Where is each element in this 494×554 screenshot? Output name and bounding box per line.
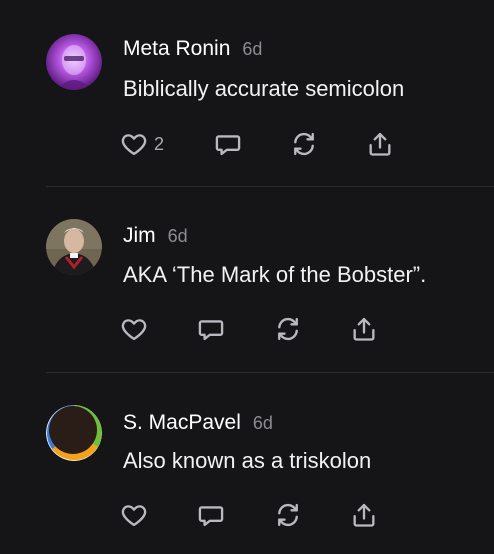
restack-button[interactable]	[274, 314, 302, 344]
speech-bubble-icon	[198, 506, 224, 527]
comment-timestamp: 6d	[167, 226, 188, 246]
comment-author[interactable]: Meta Ronin 6d	[123, 37, 262, 61]
comment-item: S. MacPavel 6d Also known as a triskolon	[0, 373, 494, 554]
restack-button[interactable]	[290, 129, 318, 159]
comment-item: Meta Ronin 6d Biblically accurate semicol…	[0, 0, 494, 186]
comment-author[interactable]: Jim 6d	[123, 224, 188, 248]
heart-icon	[121, 134, 147, 156]
comment-text: Biblically accurate semicolon	[123, 76, 405, 101]
speech-bubble-icon	[198, 320, 224, 341]
comment-timestamp: 6d	[242, 39, 263, 59]
comment-timestamp: 6d	[252, 413, 273, 433]
share-button[interactable]	[350, 500, 378, 530]
author-name[interactable]: S. MacPavel	[123, 411, 241, 434]
comment-text: AKA ‘The Mark of the Bobster”.	[123, 262, 427, 287]
share-upload-icon	[369, 132, 391, 156]
refresh-icon	[294, 132, 314, 156]
comment-actions	[120, 500, 420, 530]
heart-icon	[121, 319, 147, 341]
restack-button[interactable]	[274, 500, 302, 530]
like-button[interactable]: 2	[120, 129, 164, 159]
share-upload-icon	[353, 317, 375, 341]
comment-text: Also known as a triskolon	[123, 448, 372, 473]
share-upload-icon	[353, 503, 375, 527]
author-name[interactable]: Jim	[123, 224, 156, 247]
comment-item: Jim 6d AKA ‘The Mark of the Bobster”.	[0, 187, 494, 373]
reply-button[interactable]	[197, 314, 225, 344]
reply-button[interactable]	[197, 500, 225, 530]
share-button[interactable]	[366, 129, 394, 159]
avatar[interactable]	[46, 405, 102, 461]
author-name[interactable]: Meta Ronin	[123, 37, 230, 60]
comment-actions: 2	[120, 129, 420, 159]
like-button[interactable]	[120, 500, 154, 530]
speech-bubble-icon	[215, 135, 241, 156]
share-button[interactable]	[350, 314, 378, 344]
reply-button[interactable]	[214, 129, 242, 159]
like-button[interactable]	[120, 314, 154, 344]
refresh-icon	[278, 503, 298, 527]
avatar[interactable]	[46, 34, 102, 90]
comment-author[interactable]: S. MacPavel 6d	[123, 411, 273, 435]
avatar[interactable]	[46, 219, 102, 275]
like-count: 2	[154, 133, 165, 154]
refresh-icon	[278, 317, 298, 341]
comment-actions	[120, 314, 420, 344]
heart-icon	[121, 505, 147, 527]
